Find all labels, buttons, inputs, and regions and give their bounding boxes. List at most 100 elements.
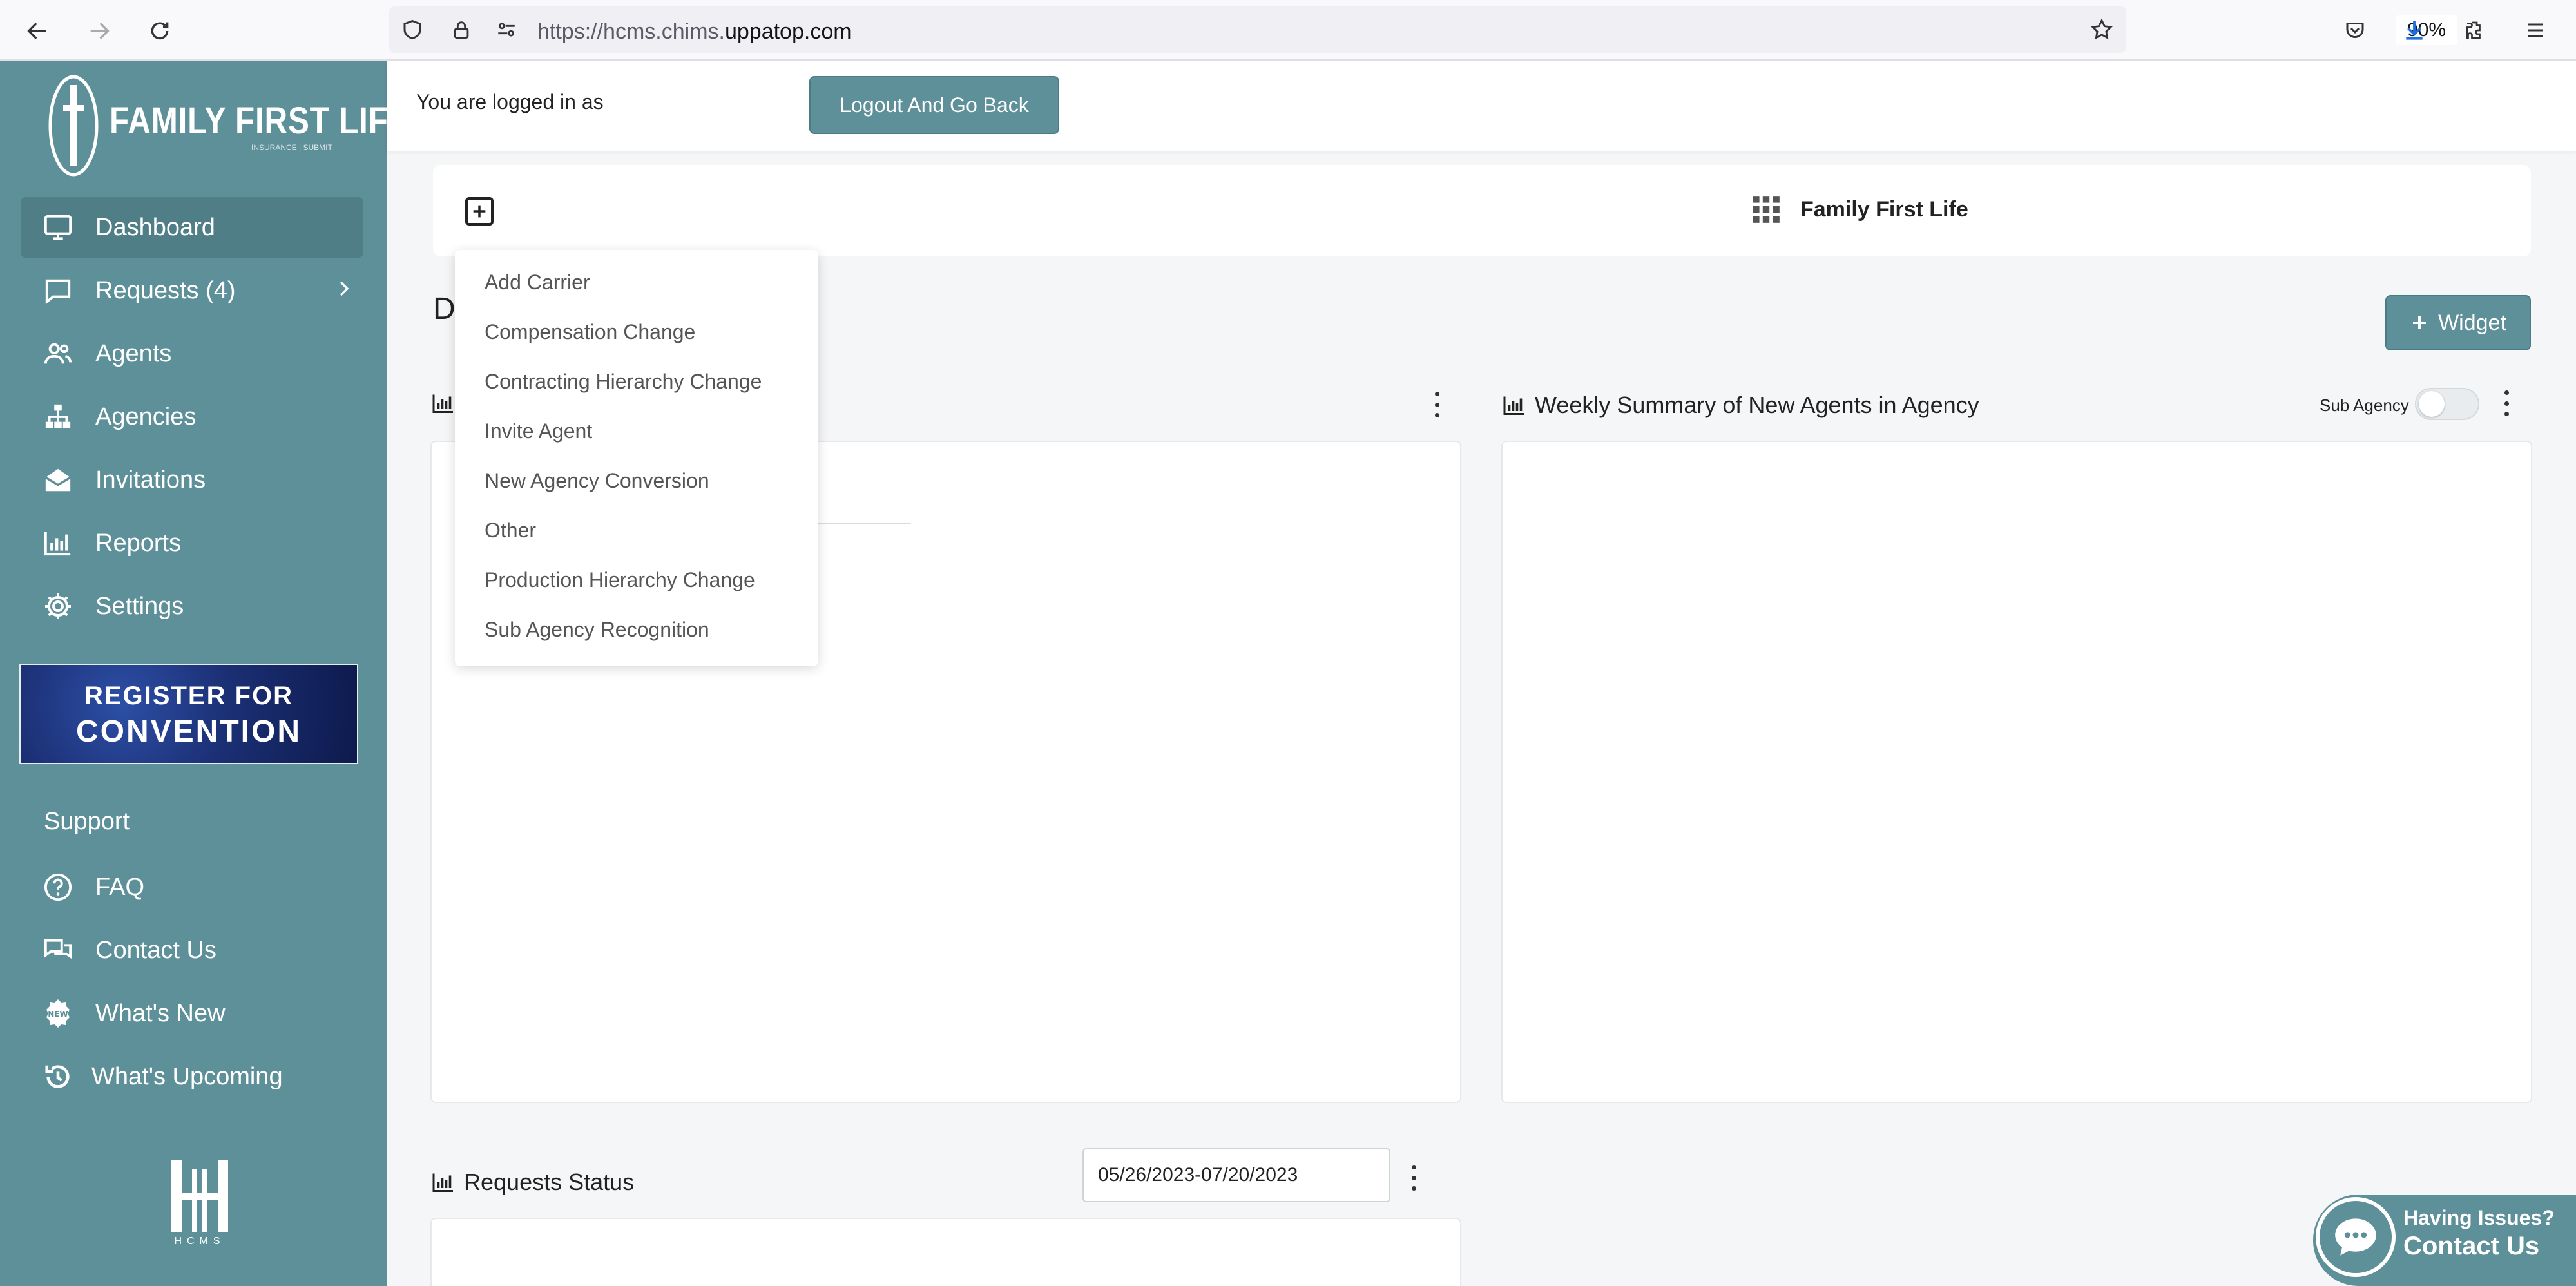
dropdown-item-compensation-change[interactable]: Compensation Change <box>485 320 695 344</box>
sub-agency-label: Sub Agency <box>2320 396 2409 415</box>
chat-bubble-icon <box>2316 1197 2396 1277</box>
sidebar-item-label: Agencies <box>95 403 197 430</box>
sidebar-item-label: Requests (4) <box>95 276 236 304</box>
sidebar-item-whats-upcoming[interactable]: What's Upcoming <box>21 1046 363 1107</box>
new-badge-icon: NEW <box>40 995 76 1032</box>
dropdown-item-contracting-hierarchy-change[interactable]: Contracting Hierarchy Change <box>485 370 762 394</box>
dropdown-item-other[interactable]: Other <box>485 519 536 542</box>
date-range-input[interactable]: 05/26/2023-07/20/2023 <box>1082 1148 1390 1202</box>
sidebar-item-contact-us[interactable]: Contact Us <box>21 920 363 981</box>
bar-chart-icon <box>1503 396 1524 415</box>
bar-chart-icon <box>432 1173 453 1192</box>
family-first-life-logo[interactable]: FAMILY FIRST LIFE INSURANCE | SUBMIT <box>45 67 410 177</box>
logout-button[interactable]: Logout And Go Back <box>809 76 1059 134</box>
browser-toolbar: https://hcms.chims.uppatop.com 90% <box>0 0 2576 61</box>
dashboard-header-card: Family First Life <box>433 165 2531 256</box>
apps-grid-icon[interactable] <box>1750 193 1782 229</box>
dropdown-item-add-carrier[interactable]: Add Carrier <box>485 271 590 294</box>
banner-line1: REGISTER FOR <box>84 682 294 710</box>
back-icon[interactable] <box>18 12 57 50</box>
dropdown-item-sub-agency-recognition[interactable]: Sub Agency Recognition <box>485 618 709 642</box>
sidebar-item-settings[interactable]: Settings <box>21 576 363 637</box>
sidebar-item-dashboard[interactable]: Dashboard <box>21 197 363 258</box>
users-icon <box>40 336 76 372</box>
left-card-menu-icon[interactable] <box>1430 392 1443 417</box>
comments-icon <box>40 932 76 968</box>
contact-us-chat-widget[interactable]: Having Issues? Contact Us <box>2313 1195 2576 1286</box>
sidebar-item-label: Contact Us <box>95 936 216 964</box>
sidebar-item-whats-new[interactable]: NEW What's New <box>21 983 363 1044</box>
question-icon <box>40 869 76 905</box>
sidebar-item-invitations[interactable]: Invitations <box>21 450 363 510</box>
left-card-title <box>430 392 456 415</box>
hcms-logo: HCMS <box>169 1156 231 1252</box>
monitor-icon <box>40 209 76 245</box>
url-bar[interactable]: https://hcms.chims.uppatop.com 90% <box>389 6 2457 53</box>
plus-icon <box>2413 316 2427 329</box>
sidebar-item-label: What's Upcoming <box>91 1062 283 1090</box>
sidebar-item-agencies[interactable]: Agencies <box>21 387 363 447</box>
chart-axis-line <box>805 523 911 524</box>
weekly-card-menu-icon[interactable] <box>2500 390 2513 416</box>
permissions-icon[interactable] <box>492 15 521 44</box>
sidebar-item-label: What's New <box>95 999 226 1027</box>
sidebar-item-label: Agents <box>95 340 172 367</box>
add-widget-button[interactable]: Widget <box>2385 295 2531 350</box>
organization-name[interactable]: Family First Life <box>1800 197 1968 222</box>
lock-icon[interactable] <box>447 15 476 44</box>
bar-chart-icon <box>432 394 453 413</box>
weekly-summary-title: Weekly Summary of New Agents in Agency <box>1501 392 1979 419</box>
shield-icon[interactable] <box>398 15 427 44</box>
add-request-dropdown: Add Carrier Compensation Change Contract… <box>455 250 818 666</box>
widget-button-label: Widget <box>2438 310 2506 335</box>
star-icon[interactable] <box>2088 15 2116 44</box>
requests-status-card <box>430 1218 1461 1286</box>
sidebar-item-requests[interactable]: Requests (4) <box>21 260 363 321</box>
bar-chart-icon <box>40 525 76 561</box>
support-heading: Support <box>44 808 130 835</box>
sidebar-item-label: Reports <box>95 529 182 557</box>
sidebar-item-agents[interactable]: Agents <box>21 323 363 384</box>
requests-status-title: Requests Status <box>430 1169 634 1196</box>
toggle-knob <box>2419 391 2445 417</box>
sidebar-item-label: Dashboard <box>95 213 215 241</box>
chat-icon <box>40 273 76 309</box>
history-icon <box>40 1059 76 1095</box>
chat-line2: Contact Us <box>2403 1232 2540 1260</box>
register-convention-banner[interactable]: REGISTER FOR CONVENTION <box>19 664 358 764</box>
banner-line2: CONVENTION <box>75 715 302 749</box>
requests-status-menu-icon[interactable] <box>1407 1165 1420 1191</box>
weekly-summary-card <box>1501 441 2532 1103</box>
sidebar-item-label: Invitations <box>95 466 206 494</box>
gear-icon <box>40 588 76 624</box>
logged-in-text: You are logged in as <box>416 90 604 113</box>
weekly-summary-title-text: Weekly Summary of New Agents in Agency <box>1535 392 1979 418</box>
sidebar-item-label: Settings <box>95 592 184 620</box>
dropdown-item-invite-agent[interactable]: Invite Agent <box>485 419 592 443</box>
hcms-text: HCMS <box>174 1236 226 1247</box>
requests-status-title-text: Requests Status <box>464 1169 635 1195</box>
chat-line1: Having Issues? <box>2403 1206 2555 1229</box>
extensions-icon[interactable] <box>2459 14 2491 46</box>
reload-icon[interactable] <box>140 12 179 50</box>
pocket-icon[interactable] <box>2339 14 2371 46</box>
dropdown-item-production-hierarchy-change[interactable]: Production Hierarchy Change <box>485 568 755 592</box>
logo-text: FAMILY FIRST LIFE <box>110 100 410 142</box>
add-request-button[interactable] <box>465 197 494 226</box>
dropdown-item-new-agency-conversion[interactable]: New Agency Conversion <box>485 469 709 493</box>
url-text[interactable]: https://hcms.chims.uppatop.com <box>537 19 852 44</box>
sidebar-item-label: FAQ <box>95 873 145 901</box>
chevron-right-icon <box>331 276 357 308</box>
sub-agency-toggle[interactable] <box>2415 388 2479 420</box>
hierarchy-icon <box>40 399 76 435</box>
envelope-icon <box>40 462 76 498</box>
forward-icon[interactable] <box>80 12 119 50</box>
sidebar: FAMILY FIRST LIFE INSURANCE | SUBMIT Das… <box>0 61 410 1286</box>
app-topbar: You are logged in as Logout And Go Back <box>387 61 2576 151</box>
sidebar-item-faq[interactable]: FAQ <box>21 857 363 917</box>
download-icon[interactable] <box>2398 14 2430 46</box>
page-title: D <box>433 292 456 326</box>
svg-text:NEW: NEW <box>48 1010 68 1019</box>
menu-icon[interactable] <box>2519 14 2552 46</box>
sidebar-item-reports[interactable]: Reports <box>21 513 363 573</box>
